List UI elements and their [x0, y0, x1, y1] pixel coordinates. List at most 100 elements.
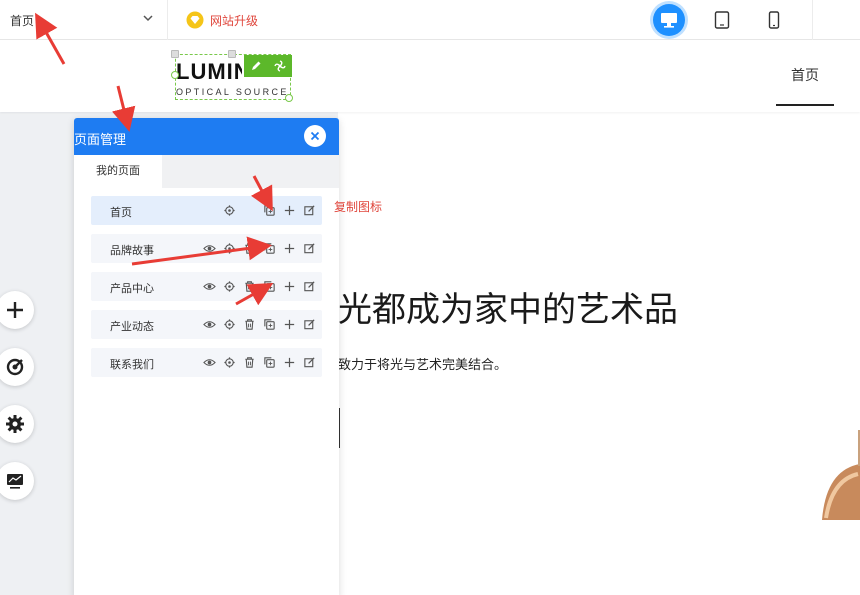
copy-button[interactable] — [262, 241, 276, 255]
gear-button[interactable] — [222, 203, 236, 217]
chevron-down-icon — [143, 15, 153, 22]
gear-icon — [223, 204, 235, 216]
plus-icon — [284, 319, 294, 329]
edit-icon — [303, 356, 315, 367]
trash-icon — [244, 356, 254, 368]
gear-button[interactable] — [222, 317, 236, 331]
logo-subtext: OPTICAL SOURCE — [176, 87, 289, 97]
page-list-item[interactable]: 产品中心 — [91, 272, 322, 301]
close-button[interactable] — [304, 125, 326, 147]
copy-button[interactable] — [262, 279, 276, 293]
page-list-item[interactable]: 品牌故事 — [91, 234, 322, 263]
page-label: 产品中心 — [110, 283, 154, 295]
copy-icon — [263, 280, 275, 292]
trash-button[interactable] — [242, 355, 256, 369]
page-select[interactable]: 首页 — [0, 0, 168, 40]
copy-icon — [263, 356, 275, 368]
edit-button[interactable] — [244, 55, 268, 77]
fan-icon — [274, 60, 286, 72]
site-header: LUMIN OPTICAL SOURCE 首页 — [0, 40, 860, 112]
lamp-image — [822, 430, 860, 520]
resize-handle[interactable] — [285, 94, 293, 102]
edit-button[interactable] — [302, 279, 316, 293]
edit-button[interactable] — [302, 241, 316, 255]
eye-icon — [202, 244, 216, 252]
resize-handle[interactable] — [171, 50, 179, 58]
plus-icon — [7, 302, 23, 318]
gear-icon — [6, 415, 24, 433]
edit-icon — [303, 204, 315, 215]
logo-text: LUMIN — [176, 59, 242, 84]
plus-icon — [284, 357, 294, 367]
hero-title: 光都成为家中的艺术品 — [338, 291, 678, 329]
target-icon — [6, 358, 24, 376]
page-list-item[interactable]: 首页 — [91, 196, 322, 225]
desktop-icon — [661, 13, 677, 28]
copy-button[interactable] — [262, 317, 276, 331]
toolbar-divider — [812, 0, 813, 40]
page-label: 品牌故事 — [110, 245, 154, 257]
eye-button[interactable] — [202, 279, 216, 293]
plus-button[interactable] — [282, 317, 296, 331]
resize-handle[interactable] — [171, 71, 179, 79]
page-manager-panel: 页面管理 我的页面 首页品牌故事产品中心产业动态联系我们 — [74, 118, 339, 595]
trash-icon — [244, 318, 254, 330]
edit-icon — [303, 242, 315, 253]
edit-button[interactable] — [302, 317, 316, 331]
page-list-item[interactable]: 产业动态 — [91, 310, 322, 339]
edit-button[interactable] — [302, 203, 316, 217]
editor-toolbar: 首页 网站升级 — [0, 0, 860, 40]
mobile-view-button[interactable] — [758, 4, 790, 36]
copy-button[interactable] — [262, 203, 276, 217]
nav-item-home[interactable]: 首页 — [776, 40, 834, 106]
gear-icon — [223, 356, 235, 368]
trash-button[interactable] — [242, 279, 256, 293]
edit-icon — [303, 318, 315, 329]
eye-button[interactable] — [202, 241, 216, 255]
eye-button[interactable] — [202, 355, 216, 369]
logo-toolbar — [244, 55, 292, 77]
trash-button[interactable] — [242, 241, 256, 255]
tablet-icon — [714, 11, 730, 29]
eye-icon — [202, 320, 216, 328]
copy-button[interactable] — [262, 355, 276, 369]
hero-subtitle: 致力于将光与艺术完美结合。 — [338, 357, 508, 372]
eye-button[interactable] — [202, 317, 216, 331]
page-label: 联系我们 — [110, 359, 154, 371]
gear-button[interactable] — [222, 241, 236, 255]
tablet-view-button[interactable] — [706, 4, 738, 36]
panel-header: 页面管理 — [74, 118, 339, 155]
plus-button[interactable] — [282, 355, 296, 369]
trash-icon — [244, 280, 254, 292]
upgrade-label: 网站升级 — [210, 13, 259, 28]
tab-my-pages[interactable]: 我的页面 — [74, 155, 162, 188]
edit-button[interactable] — [302, 355, 316, 369]
gear-icon — [223, 242, 235, 254]
plus-button[interactable] — [282, 203, 296, 217]
upgrade-link[interactable]: 网站升级 — [186, 10, 258, 30]
plus-button[interactable] — [282, 241, 296, 255]
copy-icon — [263, 242, 275, 254]
annotation-label: 复制图标 — [334, 200, 383, 214]
trash-button[interactable] — [242, 317, 256, 331]
plus-icon — [284, 243, 294, 253]
panel-tabs: 我的页面 — [74, 155, 339, 188]
plus-button[interactable] — [282, 279, 296, 293]
resize-handle[interactable] — [228, 50, 236, 58]
gear-button[interactable] — [222, 355, 236, 369]
mobile-icon — [768, 11, 780, 29]
page-label: 产业动态 — [110, 321, 154, 333]
desktop-view-button[interactable] — [653, 4, 685, 36]
edit-icon — [303, 280, 315, 291]
copy-icon — [263, 318, 275, 330]
diamond-icon — [186, 11, 204, 29]
eye-icon — [202, 282, 216, 290]
gear-button[interactable] — [222, 279, 236, 293]
copy-icon — [263, 204, 275, 216]
eye-icon — [202, 358, 216, 366]
page-list-item[interactable]: 联系我们 — [91, 348, 322, 377]
gear-icon — [223, 318, 235, 330]
settings-button[interactable] — [268, 55, 292, 77]
logo-selection[interactable]: LUMIN OPTICAL SOURCE — [171, 50, 293, 102]
monitor-icon — [7, 474, 23, 489]
